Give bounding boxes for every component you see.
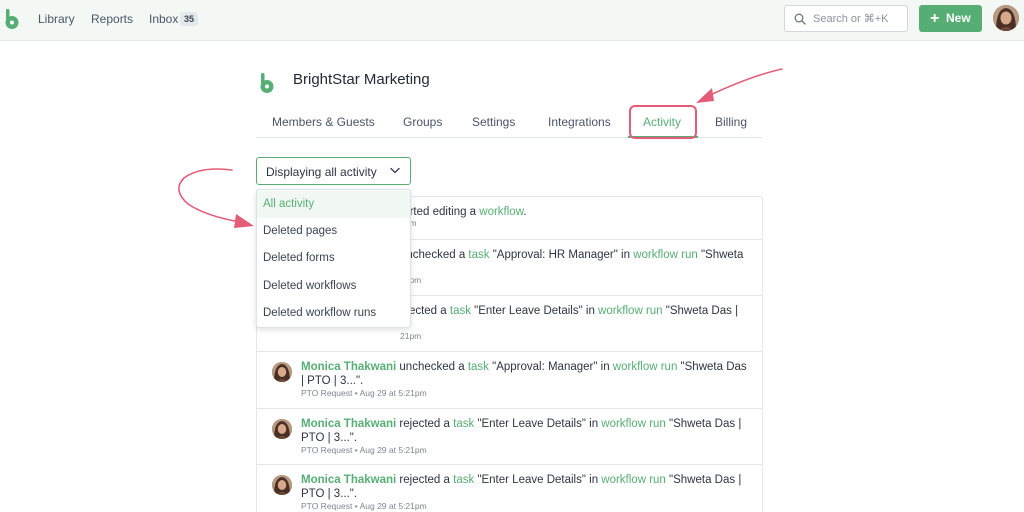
option-deleted-workflow-runs[interactable]: Deleted workflow runs [257, 300, 410, 327]
option-deleted-workflows[interactable]: Deleted workflows [257, 273, 410, 300]
activity-source: PTO Request [301, 445, 353, 455]
nav-reports[interactable]: Reports [91, 11, 133, 27]
activity-meta: PTO Request • Aug 29 at 5:21pm [301, 388, 427, 398]
nav-library[interactable]: Library [38, 11, 75, 27]
active-tab-indicator [628, 136, 698, 138]
task-link[interactable]: task [453, 418, 474, 430]
search-icon [794, 13, 806, 25]
user-avatar-photo [993, 5, 1019, 31]
inbox-count-badge: 35 [180, 12, 198, 26]
avatar[interactable] [272, 362, 292, 382]
workflow-link[interactable]: workflow [479, 206, 523, 218]
activity-message: tarted editing a workflow. [400, 206, 527, 218]
search-box[interactable] [784, 5, 908, 32]
activity-message: Monica Thakwani unchecked a task "Approv… [301, 361, 747, 387]
activity-filter-menu: All activity Deleted pages Deleted forms… [256, 189, 411, 328]
nav-inbox[interactable]: Inbox [149, 11, 178, 27]
tab-groups[interactable]: Groups [403, 114, 442, 130]
avatar[interactable] [272, 475, 292, 495]
activity-meta: 21pm [400, 331, 422, 341]
top-navigation-bar: Library Reports Inbox 35 + New [0, 0, 1024, 41]
activity-time: Aug 29 at 5:21pm [359, 501, 427, 511]
tab-activity[interactable]: Activity [643, 114, 681, 130]
page-title: BrightStar Marketing [293, 71, 430, 88]
tab-integrations[interactable]: Integrations [548, 114, 611, 130]
activity-time: Aug 29 at 5:21pm [359, 388, 427, 398]
activity-meta: PTO Request • Aug 29 at 5:21pm [301, 445, 427, 455]
task-link[interactable]: task [453, 474, 474, 486]
activity-message: unchecked a task "Approval: HR Manager" … [400, 249, 744, 261]
search-input[interactable] [813, 11, 905, 27]
workflow-run-link[interactable]: workflow run [601, 418, 666, 430]
activity-message: ejected a task "Enter Leave Details" in … [400, 305, 739, 317]
user-link[interactable]: Monica Thakwani [301, 418, 396, 430]
brightstar-logo-icon[interactable] [3, 8, 21, 30]
tab-billing[interactable]: Billing [715, 114, 747, 130]
option-all-activity[interactable]: All activity [257, 191, 410, 218]
activity-source: PTO Request [301, 388, 353, 398]
activity-row: Monica Thakwani rejected a task "Enter L… [257, 409, 762, 465]
workflow-run-link[interactable]: workflow run [601, 474, 666, 486]
plus-icon: + [930, 10, 940, 27]
activity-filter-value: Displaying all activity [266, 165, 377, 179]
activity-time: Aug 29 at 5:21pm [359, 445, 427, 455]
activity-row: Monica Thakwani rejected a task "Enter L… [257, 465, 762, 512]
activity-message: Monica Thakwani rejected a task "Enter L… [301, 418, 742, 444]
task-link[interactable]: task [450, 305, 471, 317]
user-link[interactable]: Monica Thakwani [301, 361, 396, 373]
task-link[interactable]: task [468, 361, 489, 373]
new-button-label: New [946, 11, 971, 25]
new-button[interactable]: + New [919, 5, 982, 32]
workflow-run-link[interactable]: workflow run [598, 305, 663, 317]
activity-meta: PTO Request • Aug 29 at 5:21pm [301, 501, 427, 511]
user-avatar[interactable] [993, 5, 1019, 31]
tab-members-guests[interactable]: Members & Guests [272, 114, 375, 130]
task-link[interactable]: task [468, 249, 489, 261]
activity-source: PTO Request [301, 501, 353, 511]
workflow-run-link[interactable]: workflow run [613, 361, 678, 373]
activity-message: Monica Thakwani rejected a task "Enter L… [301, 474, 742, 500]
option-deleted-forms[interactable]: Deleted forms [257, 245, 410, 272]
annotation-arrow-icon [178, 168, 254, 228]
option-deleted-pages[interactable]: Deleted pages [257, 218, 410, 245]
activity-filter-select[interactable]: Displaying all activity [256, 157, 411, 185]
org-logo-icon [260, 73, 274, 93]
workflow-run-link[interactable]: workflow run [633, 249, 698, 261]
activity-row: Monica Thakwani unchecked a task "Approv… [257, 352, 762, 409]
user-link[interactable]: Monica Thakwani [301, 474, 396, 486]
avatar[interactable] [272, 419, 292, 439]
settings-tabs: Members & Guests Groups Settings Integra… [256, 100, 762, 139]
tab-settings[interactable]: Settings [472, 114, 515, 130]
chevron-down-icon [390, 167, 400, 174]
